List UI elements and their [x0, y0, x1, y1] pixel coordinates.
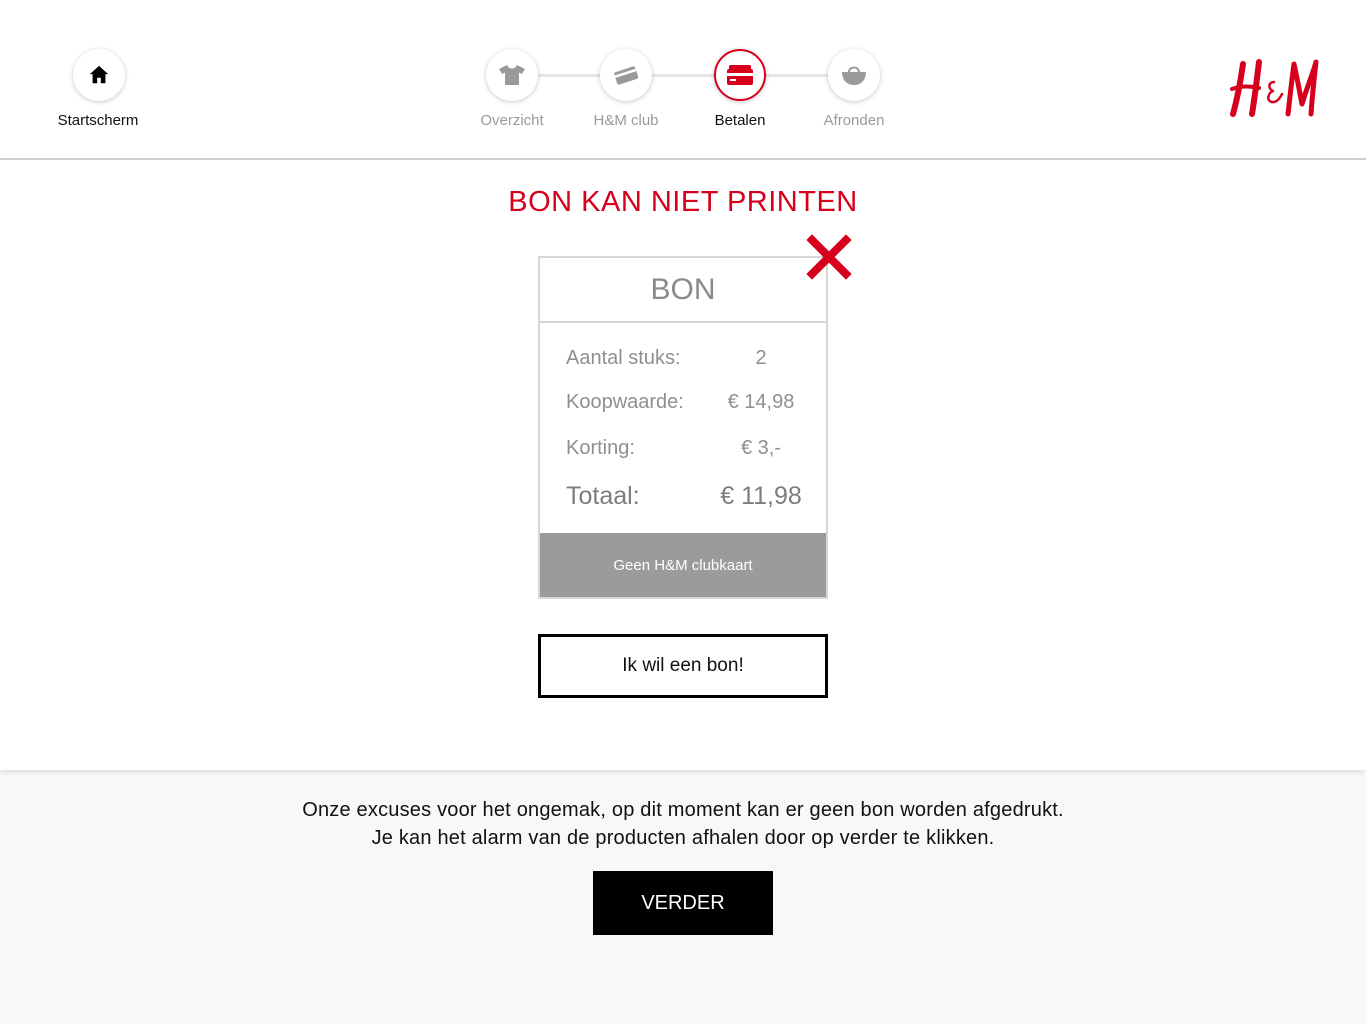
progress-line: [652, 74, 714, 77]
credit-card-icon: [727, 65, 753, 85]
apology-message-line-2: Je kan het alarm van de producten afhale…: [371, 827, 995, 849]
progress-line: [538, 74, 600, 77]
main-panel: Startscherm Overzicht H&M club Betalen A…: [0, 0, 1366, 770]
step-overzicht[interactable]: [486, 49, 538, 101]
receipt-row-value: € 3,-: [740, 437, 782, 459]
apology-message-line-1: Onze excuses voor het ongemak, op dit mo…: [302, 799, 1064, 821]
receipt-row-label: Aantal stuks:: [566, 347, 681, 369]
home-button[interactable]: [73, 49, 125, 101]
receipt-card: BON Aantal stuks: 2 Koopwaarde: € 14,98 …: [538, 256, 828, 599]
home-label[interactable]: Startscherm: [28, 112, 168, 129]
header: Startscherm Overzicht H&M club Betalen A…: [0, 0, 1366, 160]
basket-icon: [842, 66, 866, 85]
receipt-row-value: € 14,98: [727, 391, 795, 413]
want-receipt-button[interactable]: Ik wil een bon!: [538, 634, 828, 698]
receipt-row-value: € 11,98: [720, 482, 802, 510]
receipt-row-value: 2: [755, 347, 767, 369]
error-x-icon: [806, 234, 852, 280]
receipt-row-label: Totaal:: [566, 482, 640, 510]
card-icon: [614, 66, 639, 85]
home-icon: [89, 65, 109, 84]
tshirt-icon: [499, 65, 525, 85]
receipt-heading: BON: [540, 258, 826, 323]
step-afronden[interactable]: [828, 49, 880, 101]
club-status-bar: Geen H&M clubkaart: [540, 533, 826, 597]
step-betalen[interactable]: [714, 49, 766, 101]
receipt-row-label: Korting:: [566, 437, 635, 459]
continue-button[interactable]: VERDER: [593, 871, 773, 935]
step-hm-club[interactable]: [600, 49, 652, 101]
hm-logo: [1230, 59, 1319, 117]
receipt-row-label: Koopwaarde:: [566, 391, 684, 413]
error-title: BON KAN NIET PRINTEN: [508, 186, 858, 218]
step-label-afronden[interactable]: Afronden: [784, 112, 924, 129]
progress-line: [766, 74, 828, 77]
